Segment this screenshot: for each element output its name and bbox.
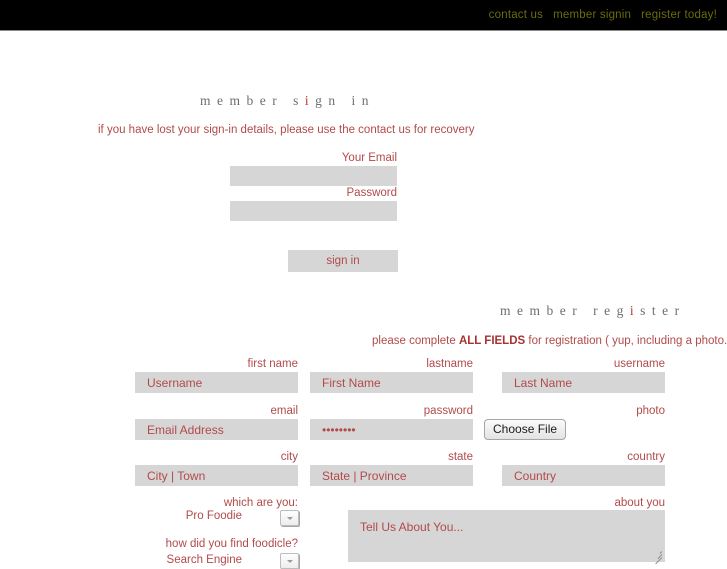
signin-heading-highlight: i [304,93,316,108]
register-password-input[interactable] [310,419,473,440]
register-country-label: country [627,451,665,463]
register-country-input[interactable] [502,465,665,486]
register-city-input[interactable] [135,465,298,486]
register-password-label: password [423,405,473,417]
register-heading-part-2: ster [640,303,686,318]
register-username-label: username [613,358,665,370]
register-photo-label: photo [636,405,665,417]
nav-link-register-today[interactable]: register today! [641,9,717,21]
notice-text-pre: please complete [372,335,459,347]
top-navigation-bar: contact us member signin register today! [0,0,727,31]
which-are-you-label: which are you: [223,497,298,509]
register-state-input[interactable] [310,465,473,486]
register-lastname-label: lastname [426,358,473,370]
signin-email-input[interactable] [230,166,397,186]
register-username-input[interactable] [135,372,298,393]
nav-link-member-signin[interactable]: member signin [553,9,631,21]
signin-email-label: Your Email [341,152,397,164]
register-email-input[interactable] [135,419,298,440]
signin-password-label: Password [346,187,398,199]
page-canvas: member sign in if you have lost your sig… [0,31,727,569]
about-you-textarea[interactable] [348,510,665,562]
nav-link-contact-us[interactable]: contact us [489,9,543,21]
how-found-label: how did you find foodicle? [165,538,298,550]
which-are-you-select[interactable] [280,510,299,526]
member-signin-heading: member sign in [200,93,375,109]
which-are-you-value: Pro Foodie [185,510,242,522]
register-firstname-input[interactable] [310,372,473,393]
notice-text-bold: ALL FIELDS [458,335,526,347]
about-you-resize-handle[interactable] [651,549,663,565]
member-register-heading: member register [500,303,686,319]
register-heading-part-1: member reg [500,303,630,318]
signin-recovery-notice: if you have lost your sign-in details, p… [98,124,475,136]
about-you-label: about you [614,497,665,509]
top-nav-links: contact us member signin register today! [489,9,717,21]
how-found-value: Search Engine [166,554,242,566]
register-city-label: city [280,451,298,463]
register-allfields-notice: please complete ALL FIELDS for registrat… [372,335,727,347]
register-state-label: state [448,451,473,463]
register-heading-highlight: i [629,303,641,318]
how-found-select[interactable] [280,553,299,569]
register-email-label: email [270,405,298,417]
signin-password-input[interactable] [230,201,397,221]
choose-file-button[interactable]: Choose File [484,419,567,440]
register-firstname-label: first name [247,358,299,370]
signin-submit-button[interactable]: sign in [288,250,398,272]
register-lastname-input[interactable] [502,372,665,393]
signin-heading-part-1: member s [200,93,305,108]
signin-heading-part-2: gn in [315,93,376,108]
notice-text-post: for registration ( yup, including a phot… [528,335,727,347]
